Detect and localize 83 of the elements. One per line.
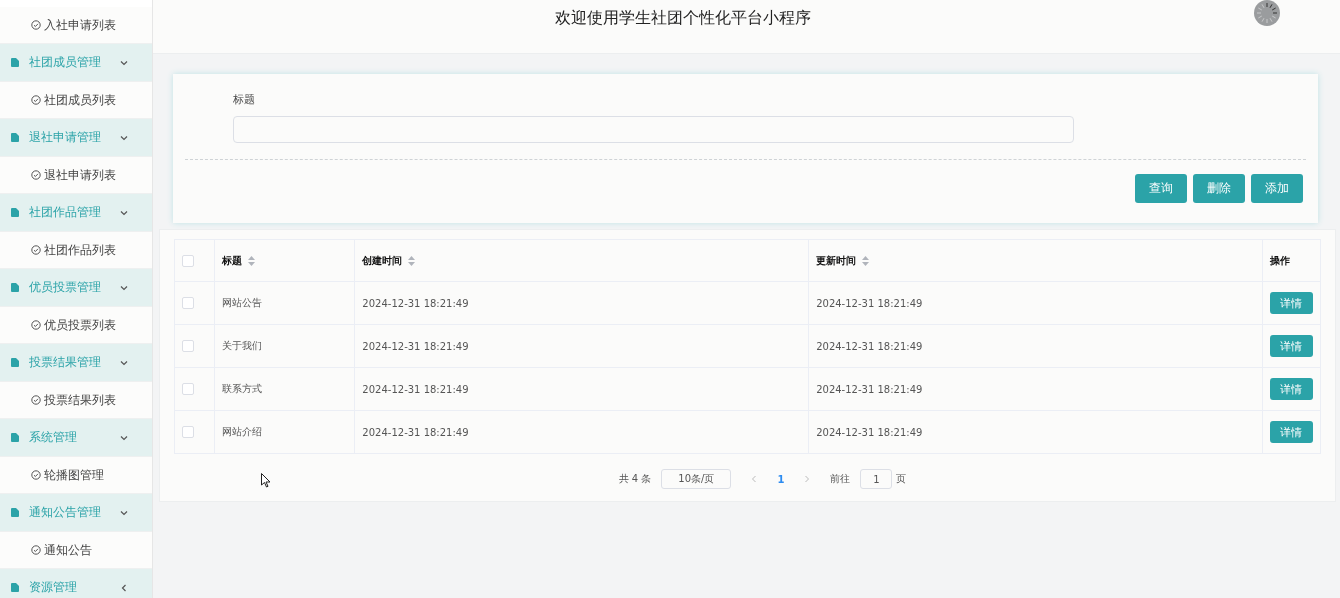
action-button[interactable]: 删除 [1193, 174, 1245, 203]
table-cell: 2024-12-31 18:21:49 [816, 340, 923, 352]
goto-page-field[interactable]: 1 [860, 469, 893, 489]
check-circle-icon [31, 320, 41, 330]
table-cell: 2024-12-31 18:21:49 [816, 383, 923, 395]
chevron-down-icon [120, 58, 128, 67]
sidebar-item[interactable]: 优员投票列表 [0, 307, 152, 344]
chevron-down-icon [120, 433, 128, 442]
column-header: 操作 [1269, 253, 1290, 268]
table-cell: 网站公告 [221, 297, 262, 308]
sidebar-item[interactable]: 入社申请列表 [0, 7, 152, 44]
chevron-left-icon [120, 583, 128, 592]
details-button[interactable]: 详情 [1269, 292, 1313, 314]
table-cell: 网站介绍 [221, 426, 262, 437]
sidebar-group[interactable]: 系统管理 [0, 419, 152, 457]
loading-spinner-icon [1254, 0, 1280, 27]
table-cell: 2024-12-31 18:21:49 [362, 426, 469, 438]
check-circle-icon [31, 170, 41, 180]
row-checkbox[interactable] [182, 383, 194, 395]
check-circle-icon [31, 245, 41, 255]
document-icon [11, 283, 19, 292]
check-circle-icon [31, 20, 41, 30]
check-circle-icon [31, 95, 41, 105]
document-icon [11, 358, 19, 367]
total-count: 共 4 条 [618, 472, 652, 486]
document-icon [11, 133, 19, 142]
title-input-field[interactable] [233, 116, 1074, 143]
sort-icon[interactable] [408, 255, 416, 266]
table-cell: 2024-12-31 18:21:49 [816, 426, 923, 438]
sort-icon[interactable] [862, 255, 870, 266]
sidebar-group[interactable]: 资源管理 [0, 569, 152, 598]
page-number[interactable]: 1 [777, 473, 785, 485]
sidebar-item[interactable]: 社团作品列表 [0, 232, 152, 269]
table-cell: 2024-12-31 18:21:49 [362, 297, 469, 309]
table-cell: 关于我们 [221, 340, 262, 351]
select-all-checkbox[interactable] [182, 254, 194, 267]
sidebar-item[interactable]: 投票结果列表 [0, 382, 152, 419]
action-button[interactable]: 查询 [1135, 174, 1187, 203]
row-checkbox[interactable] [182, 297, 194, 309]
next-page-icon[interactable] [804, 475, 811, 483]
column-header: 标题 [221, 253, 242, 268]
column-header: 创建时间 [362, 253, 403, 268]
row-checkbox[interactable] [182, 426, 194, 438]
sidebar-group[interactable]: 优员投票管理 [0, 269, 152, 307]
sidebar-group[interactable]: 通知公告管理 [0, 494, 152, 532]
details-button[interactable]: 详情 [1269, 335, 1313, 357]
page-suffix: 页 [896, 472, 907, 486]
row-checkbox[interactable] [182, 340, 194, 352]
column-header: 更新时间 [816, 253, 857, 268]
chevron-down-icon [120, 283, 128, 292]
table-cell: 2024-12-31 18:21:49 [362, 340, 469, 352]
sidebar-group[interactable]: 社团作品管理 [0, 194, 152, 232]
page-title: 欢迎使用学生社团个性化平台小程序 [554, 8, 811, 29]
check-circle-icon [31, 395, 41, 405]
field-label: 标题 [233, 92, 256, 107]
document-icon [11, 508, 19, 517]
sidebar-item[interactable]: 社团成员列表 [0, 82, 152, 119]
document-icon [11, 58, 19, 67]
table-cell: 2024-12-31 18:21:49 [816, 297, 923, 309]
chevron-down-icon [120, 508, 128, 517]
sort-icon[interactable] [247, 255, 255, 266]
details-button[interactable]: 详情 [1269, 378, 1313, 400]
page-size-select[interactable]: 10条/页 [661, 469, 732, 489]
details-button[interactable]: 详情 [1269, 421, 1313, 443]
action-button[interactable]: 添加 [1251, 174, 1303, 203]
chevron-down-icon [120, 133, 128, 142]
chevron-down-icon [120, 358, 128, 367]
table-cell: 2024-12-31 18:21:49 [362, 383, 469, 395]
table-cell: 联系方式 [221, 383, 262, 394]
sidebar-item[interactable]: 退社申请列表 [0, 157, 152, 194]
check-circle-icon [31, 470, 41, 480]
sidebar-group[interactable]: 退社申请管理 [0, 119, 152, 157]
sidebar-item[interactable]: 通知公告 [0, 532, 152, 569]
check-circle-icon [31, 545, 41, 555]
document-icon [11, 208, 19, 217]
mouse-pointer-icon [261, 473, 271, 488]
sidebar-group[interactable]: 社团成员管理 [0, 44, 152, 82]
chevron-down-icon [120, 208, 128, 217]
document-icon [11, 433, 19, 442]
document-icon [11, 583, 19, 592]
sidebar-item[interactable]: 轮播图管理 [0, 457, 152, 494]
sidebar-group[interactable]: 投票结果管理 [0, 344, 152, 382]
goto-label: 前往 [830, 472, 851, 486]
